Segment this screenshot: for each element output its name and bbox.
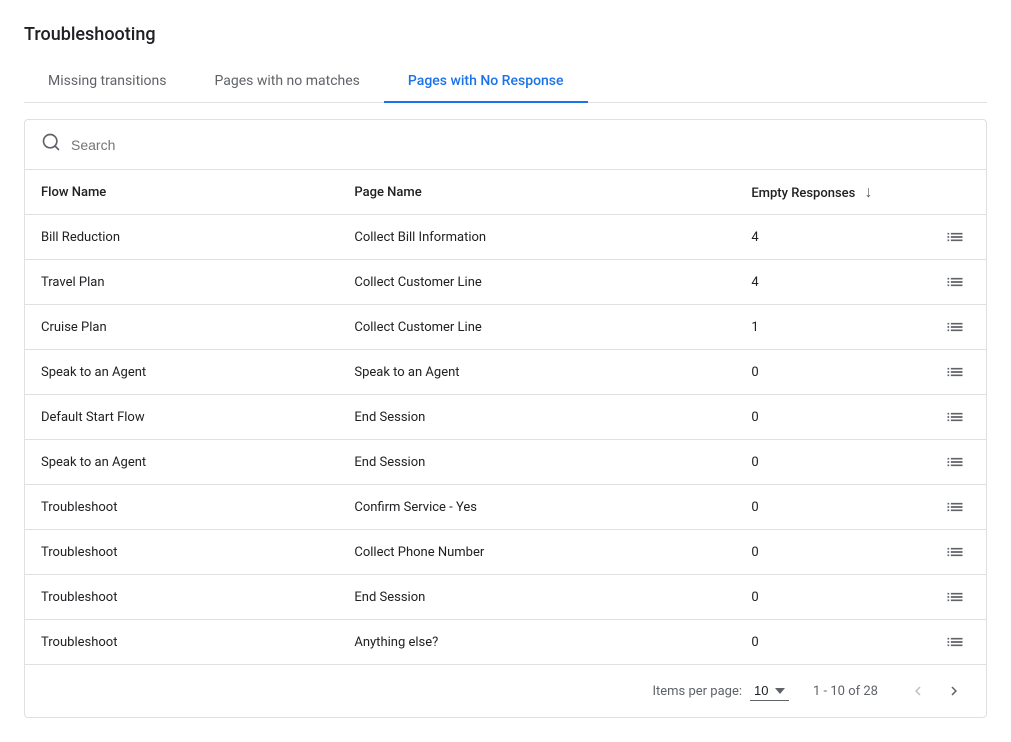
view-details-icon[interactable] <box>939 362 970 382</box>
cell-empty-responses: 0 <box>735 530 923 575</box>
pagination-buttons <box>902 675 970 707</box>
cell-empty-responses: 1 <box>735 305 923 350</box>
col-header-flow-name: Flow Name <box>25 170 338 215</box>
cell-action-icon[interactable] <box>923 215 986 260</box>
view-details-icon[interactable] <box>939 452 970 472</box>
view-details-icon[interactable] <box>939 632 970 652</box>
table-row: Travel Plan Collect Customer Line 4 <box>25 260 986 305</box>
view-details-icon[interactable] <box>939 407 970 427</box>
table-footer: Items per page: 10 5 25 50 1 - 10 of 28 <box>25 664 986 717</box>
search-icon <box>41 132 61 157</box>
cell-empty-responses: 0 <box>735 485 923 530</box>
view-details-icon[interactable] <box>939 227 970 247</box>
table-row: Default Start Flow End Session 0 <box>25 395 986 440</box>
cell-action-icon[interactable] <box>923 485 986 530</box>
cell-empty-responses: 0 <box>735 350 923 395</box>
data-table: Flow Name Page Name Empty Responses ↓ Bi… <box>25 170 986 664</box>
cell-flow-name: Troubleshoot <box>25 620 338 665</box>
cell-empty-responses: 0 <box>735 575 923 620</box>
cell-flow-name: Speak to an Agent <box>25 440 338 485</box>
search-bar <box>25 120 986 170</box>
col-header-page-name: Page Name <box>338 170 735 215</box>
view-details-icon[interactable] <box>939 497 970 517</box>
cell-flow-name: Cruise Plan <box>25 305 338 350</box>
view-details-icon[interactable] <box>939 542 970 562</box>
cell-action-icon[interactable] <box>923 575 986 620</box>
tabs-container: Missing transitions Pages with no matche… <box>24 61 987 103</box>
cell-page-name: End Session <box>338 395 735 440</box>
table-row: Speak to an Agent End Session 0 <box>25 440 986 485</box>
cell-flow-name: Troubleshoot <box>25 530 338 575</box>
cell-page-name: Anything else? <box>338 620 735 665</box>
cell-page-name: Collect Customer Line <box>338 305 735 350</box>
cell-empty-responses: 0 <box>735 440 923 485</box>
cell-page-name: Confirm Service - Yes <box>338 485 735 530</box>
page-title: Troubleshooting <box>24 24 987 45</box>
table-row: Speak to an Agent Speak to an Agent 0 <box>25 350 986 395</box>
next-page-button[interactable] <box>938 675 970 707</box>
content-card: Flow Name Page Name Empty Responses ↓ Bi… <box>24 119 987 718</box>
tab-pages-no-response[interactable]: Pages with No Response <box>384 61 588 103</box>
table-row: Troubleshoot Anything else? 0 <box>25 620 986 665</box>
cell-page-name: End Session <box>338 575 735 620</box>
cell-empty-responses: 4 <box>735 215 923 260</box>
cell-flow-name: Bill Reduction <box>25 215 338 260</box>
items-per-page-label: Items per page: <box>652 684 742 699</box>
table-row: Cruise Plan Collect Customer Line 1 <box>25 305 986 350</box>
col-header-action <box>923 170 986 215</box>
table-row: Troubleshoot End Session 0 <box>25 575 986 620</box>
cell-flow-name: Speak to an Agent <box>25 350 338 395</box>
tab-missing-transitions[interactable]: Missing transitions <box>24 61 191 103</box>
tab-pages-no-matches[interactable]: Pages with no matches <box>191 61 384 103</box>
table-row: Troubleshoot Confirm Service - Yes 0 <box>25 485 986 530</box>
col-header-empty-responses[interactable]: Empty Responses ↓ <box>735 170 923 215</box>
cell-flow-name: Troubleshoot <box>25 485 338 530</box>
cell-action-icon[interactable] <box>923 305 986 350</box>
items-per-page-container: Items per page: 10 5 25 50 <box>652 681 789 701</box>
cell-action-icon[interactable] <box>923 350 986 395</box>
view-details-icon[interactable] <box>939 317 970 337</box>
cell-empty-responses: 0 <box>735 395 923 440</box>
table-row: Bill Reduction Collect Bill Information … <box>25 215 986 260</box>
table-row: Troubleshoot Collect Phone Number 0 <box>25 530 986 575</box>
cell-action-icon[interactable] <box>923 620 986 665</box>
cell-page-name: Collect Customer Line <box>338 260 735 305</box>
pagination-info: 1 - 10 of 28 <box>813 684 878 699</box>
items-per-page-select[interactable]: 10 5 25 50 <box>750 681 789 701</box>
cell-page-name: Collect Bill Information <box>338 215 735 260</box>
sort-arrow-icon: ↓ <box>865 182 873 201</box>
cell-action-icon[interactable] <box>923 395 986 440</box>
cell-flow-name: Default Start Flow <box>25 395 338 440</box>
view-details-icon[interactable] <box>939 587 970 607</box>
cell-page-name: End Session <box>338 440 735 485</box>
cell-action-icon[interactable] <box>923 440 986 485</box>
prev-page-button[interactable] <box>902 675 934 707</box>
cell-empty-responses: 0 <box>735 620 923 665</box>
search-input[interactable] <box>71 137 970 153</box>
cell-flow-name: Troubleshoot <box>25 575 338 620</box>
cell-page-name: Speak to an Agent <box>338 350 735 395</box>
cell-flow-name: Travel Plan <box>25 260 338 305</box>
cell-action-icon[interactable] <box>923 530 986 575</box>
cell-empty-responses: 4 <box>735 260 923 305</box>
cell-page-name: Collect Phone Number <box>338 530 735 575</box>
view-details-icon[interactable] <box>939 272 970 292</box>
cell-action-icon[interactable] <box>923 260 986 305</box>
